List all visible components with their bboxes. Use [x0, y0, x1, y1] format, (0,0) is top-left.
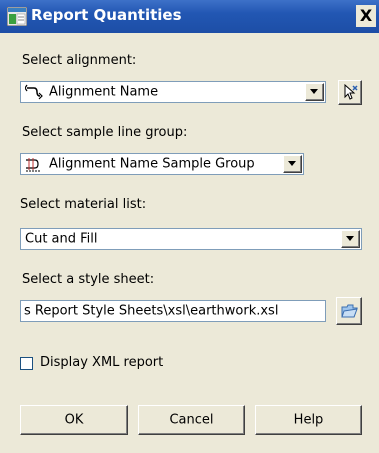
help-button-label: Help	[293, 412, 324, 428]
help-button[interactable]: Help	[255, 405, 362, 435]
sample-line-group-icon	[25, 156, 43, 172]
select-sample-line-group-label: Select sample line group:	[22, 125, 188, 140]
style-sheet-path-field[interactable]: s Report Style Sheets\xsl\earthwork.xsl	[20, 300, 326, 322]
browse-style-sheet-button[interactable]	[336, 297, 362, 325]
open-folder-icon	[341, 303, 358, 323]
alignment-icon	[24, 84, 43, 100]
display-xml-report-label: Display XML report	[40, 355, 164, 370]
sample-line-group-dropdown-button[interactable]	[283, 155, 302, 173]
cancel-button[interactable]: Cancel	[138, 405, 245, 435]
select-style-sheet-label: Select a style sheet:	[22, 272, 155, 287]
alignment-dropdown[interactable]: Alignment Name	[20, 81, 326, 103]
sample-line-group-value: Alignment Name Sample Group	[49, 156, 255, 172]
window-title: Report Quantities	[31, 6, 182, 24]
cancel-button-label: Cancel	[169, 412, 214, 428]
ok-button-label: OK	[64, 412, 84, 428]
report-quantities-app-icon	[6, 6, 28, 27]
style-sheet-path-value: s Report Style Sheets\xsl\earthwork.xsl	[24, 303, 279, 319]
pick-from-drawing-icon	[342, 83, 358, 105]
ok-button[interactable]: OK	[20, 405, 128, 435]
close-button[interactable]: X	[356, 5, 376, 27]
material-list-dropdown-button[interactable]	[341, 230, 360, 248]
alignment-dropdown-button[interactable]	[305, 83, 324, 101]
select-alignment-label: Select alignment:	[22, 53, 137, 68]
alignment-value: Alignment Name	[49, 84, 159, 100]
display-xml-report-checkbox[interactable]	[20, 357, 33, 370]
pick-alignment-button[interactable]	[338, 80, 362, 105]
select-material-list-label: Select material list:	[20, 197, 147, 212]
material-list-value: Cut and Fill	[25, 231, 98, 247]
sample-line-group-dropdown[interactable]: Alignment Name Sample Group	[20, 153, 304, 175]
material-list-dropdown[interactable]: Cut and Fill	[20, 228, 362, 250]
title-bar[interactable]: Report Quantities X	[0, 0, 379, 33]
